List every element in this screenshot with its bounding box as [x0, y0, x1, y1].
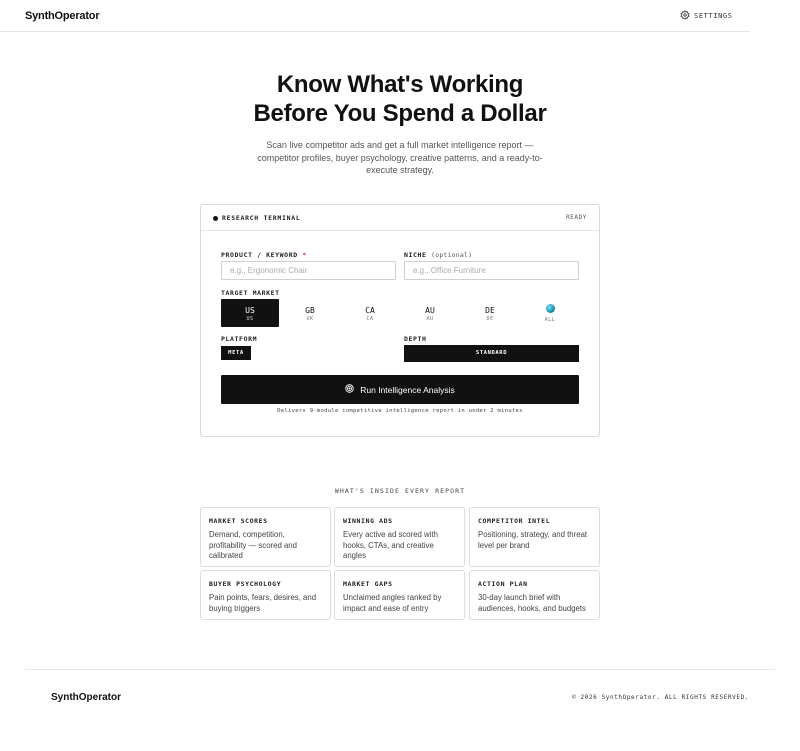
- delivery-note: Delivers 9-module competitive intelligen…: [277, 408, 523, 414]
- features-section-title: WHAT'S INSIDE EVERY REPORT: [334, 487, 466, 495]
- market-option-gb[interactable]: GB UK: [281, 299, 339, 327]
- footer-divider: [25, 669, 775, 670]
- niche-label: NICHE (optional): [404, 251, 473, 259]
- terminal-title: RESEARCH TERMINAL: [222, 214, 301, 222]
- product-label: PRODUCT / KEYWORD *: [221, 251, 307, 259]
- market-sub: CA: [366, 316, 374, 322]
- hero-title-line2: Before You Spend a Dollar: [253, 100, 547, 127]
- feature-desc: Every active ad scored with hooks, CTAs,…: [343, 530, 438, 560]
- top-navbar: SynthOperator SETTINGS: [0, 0, 750, 32]
- feature-desc: Positioning, strategy, and threat level …: [478, 530, 588, 550]
- depth-standard-button[interactable]: STANDARD: [404, 345, 579, 362]
- feature-title: ACTION PLAN: [478, 580, 528, 588]
- hero-title: Know What's Working Before You Spend a D…: [0, 70, 800, 128]
- target-icon: [345, 384, 354, 395]
- terminal-status: READY: [565, 214, 587, 221]
- niche-input[interactable]: [404, 261, 579, 280]
- market-code: AU: [425, 306, 435, 315]
- feature-title: BUYER PSYCHOLOGY: [209, 580, 282, 588]
- product-keyword-input[interactable]: [221, 261, 396, 280]
- feature-card-action-plan: ACTION PLAN 30-day launch brief with aud…: [469, 570, 600, 620]
- market-option-all[interactable]: ALL: [521, 299, 579, 327]
- hero-title-line1: Know What's Working: [276, 71, 524, 98]
- market-code: DE: [485, 306, 495, 315]
- market-sub: UK: [306, 316, 314, 322]
- feature-desc: 30-day launch brief with audiences, hook…: [478, 593, 586, 613]
- settings-label: SETTINGS: [694, 12, 733, 20]
- feature-desc: Demand, competition, profitability — sco…: [209, 530, 297, 560]
- market-code: CA: [365, 306, 375, 315]
- feature-title: COMPETITOR INTEL: [478, 517, 551, 525]
- hero-subtitle: Scan live competitor ads and get a full …: [257, 140, 543, 175]
- terminal-header: RESEARCH TERMINAL READY: [201, 205, 599, 231]
- run-analysis-button[interactable]: Run Intelligence Analysis: [221, 375, 579, 404]
- platform-label: PLATFORM: [221, 335, 258, 343]
- market-sub: AU: [426, 316, 434, 322]
- feature-desc: Unclaimed angles ranked by impact and ea…: [343, 593, 442, 613]
- feature-title: MARKET GAPS: [343, 580, 393, 588]
- depth-label: DEPTH: [404, 335, 427, 343]
- market-option-de[interactable]: DE DE: [461, 299, 519, 327]
- optional-marker: (optional): [431, 251, 473, 259]
- feature-title: MARKET SCORES: [209, 517, 268, 525]
- settings-button[interactable]: SETTINGS: [680, 10, 733, 22]
- feature-card-buyer-psychology: BUYER PSYCHOLOGY Pain points, fears, des…: [200, 570, 331, 620]
- brand-logo[interactable]: SynthOperator: [25, 10, 100, 22]
- run-analysis-label: Run Intelligence Analysis: [360, 384, 455, 395]
- market-code: GB: [305, 306, 315, 315]
- market-sub: DE: [486, 316, 494, 322]
- status-dot-icon: [213, 216, 218, 221]
- footer-copyright: © 2026 SynthOperator. ALL RIGHTS RESERVE…: [572, 694, 749, 701]
- platform-meta-button[interactable]: META: [221, 346, 251, 360]
- market-option-ca[interactable]: CA CA: [341, 299, 399, 327]
- feature-card-winning-ads: WINNING ADS Every active ad scored with …: [334, 507, 465, 567]
- feature-title: WINNING ADS: [343, 517, 393, 525]
- feature-card-competitor-intel: COMPETITOR INTEL Positioning, strategy, …: [469, 507, 600, 567]
- market-option-us[interactable]: US US: [221, 299, 279, 327]
- globe-icon: [545, 304, 555, 313]
- feature-desc: Pain points, fears, desires, and buying …: [209, 593, 317, 613]
- feature-card-market-gaps: MARKET GAPS Unclaimed angles ranked by i…: [334, 570, 465, 620]
- required-marker: *: [302, 251, 307, 259]
- market-sub: US: [246, 316, 254, 322]
- market-option-au[interactable]: AU AU: [401, 299, 459, 327]
- market-sub: ALL: [544, 317, 556, 323]
- market-code: US: [245, 306, 255, 315]
- gear-icon: [680, 10, 690, 22]
- footer-brand[interactable]: SynthOperator: [51, 692, 121, 703]
- feature-card-market-scores: MARKET SCORES Demand, competition, profi…: [200, 507, 331, 567]
- target-market-label: TARGET MARKET: [221, 289, 280, 297]
